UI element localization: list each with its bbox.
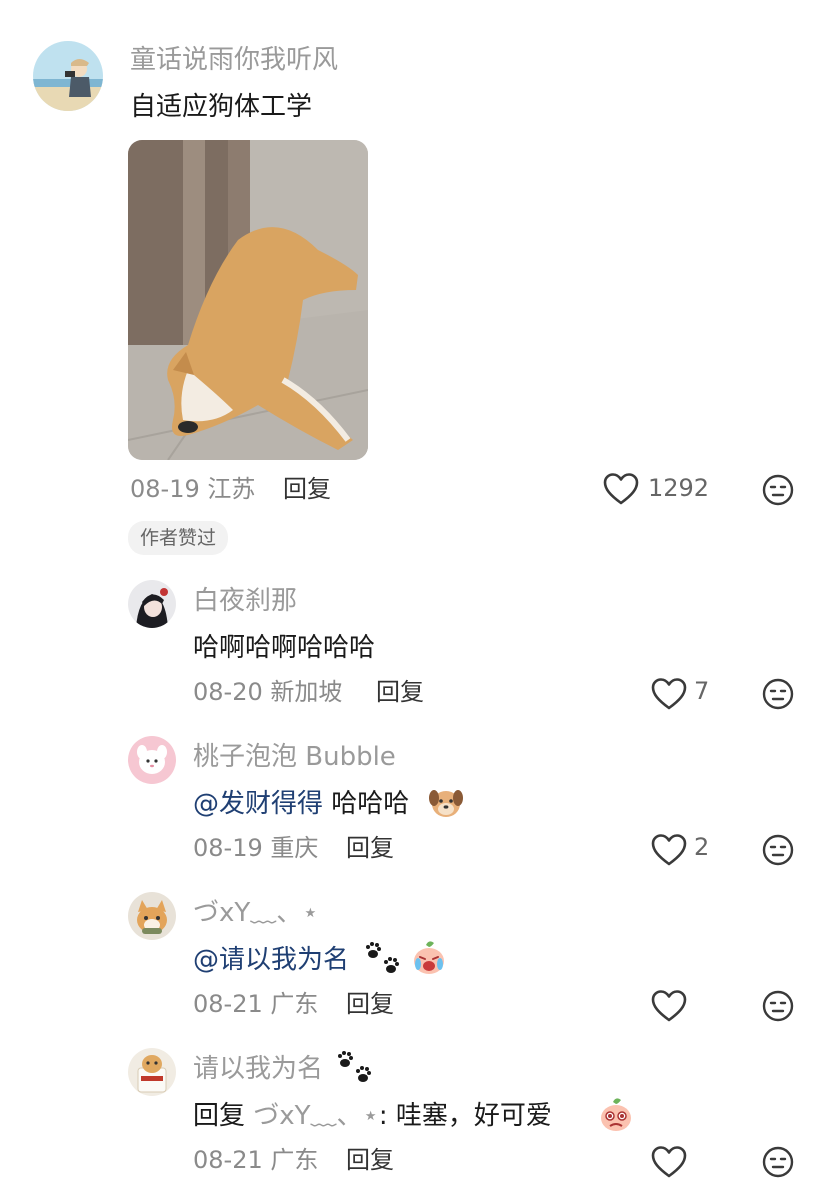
react-button[interactable] [762, 474, 794, 506]
like-button[interactable] [651, 677, 687, 711]
paw-prints-emoji [336, 1050, 374, 1090]
reply-username[interactable]: 桃子泡泡 Bubble [193, 742, 396, 773]
crying-peach-emoji [410, 939, 448, 981]
like-count: 2 [694, 833, 710, 861]
avatar[interactable] [128, 892, 176, 940]
heart-outline-icon [651, 990, 687, 1022]
reply-date: 08-19 重庆 [193, 834, 319, 862]
reply-button[interactable]: 回复 [283, 475, 331, 504]
avatar[interactable] [128, 580, 176, 628]
reply-button[interactable]: 回复 [346, 990, 394, 1019]
heart-outline-icon [651, 1146, 687, 1178]
reply-target-username[interactable]: づxY﹏、⋆ [253, 1101, 379, 1131]
avatar[interactable] [128, 1048, 176, 1096]
reply-button[interactable]: 回复 [346, 1146, 394, 1175]
reply-text: 哈啊哈啊哈哈哈 [193, 633, 376, 663]
like-button[interactable] [651, 1145, 687, 1179]
like-count: 7 [694, 677, 710, 705]
heart-outline-icon [603, 473, 639, 505]
neutral-face-icon [762, 474, 794, 506]
neutral-face-icon [762, 1146, 794, 1178]
dog-face-emoji [428, 786, 464, 824]
reply-date: 08-21 广东 [193, 1146, 319, 1174]
like-count: 1292 [648, 474, 710, 502]
reply-text: @请以我为名 [193, 945, 349, 976]
author-liked-badge: 作者赞过 [128, 521, 229, 555]
reply-text: 回复 づxY﹏、⋆: 哇塞，好可爱 [193, 1101, 552, 1131]
like-button[interactable] [651, 833, 687, 867]
avatar[interactable] [33, 41, 103, 111]
paw-prints-emoji [364, 941, 402, 981]
heart-outline-icon [651, 678, 687, 710]
react-button[interactable] [762, 678, 794, 710]
react-button[interactable] [762, 834, 794, 866]
neutral-face-icon [762, 678, 794, 710]
mention-link[interactable]: @请以我为名 [193, 945, 349, 975]
neutral-face-icon [762, 990, 794, 1022]
pleading-peach-emoji [597, 1096, 635, 1138]
reply-username[interactable]: 请以我为名 [193, 1054, 323, 1085]
comment-username[interactable]: 童话说雨你我听风 [130, 45, 338, 76]
react-button[interactable] [762, 1146, 794, 1178]
neutral-face-icon [762, 834, 794, 866]
reply-date: 08-21 广东 [193, 990, 319, 1018]
comment-photo[interactable] [128, 140, 368, 460]
comment-text: 自适应狗体工学 [130, 92, 313, 122]
reply-username[interactable]: づxY﹏、⋆ [193, 898, 319, 929]
mention-link[interactable]: @发财得得 [193, 789, 323, 819]
reply-username[interactable]: 白夜刹那 [193, 586, 297, 617]
react-button[interactable] [762, 990, 794, 1022]
like-button[interactable] [651, 989, 687, 1023]
avatar[interactable] [128, 736, 176, 784]
like-button[interactable] [603, 472, 639, 506]
reply-text: @发财得得 哈哈哈 [193, 789, 410, 819]
heart-outline-icon [651, 834, 687, 866]
reply-button[interactable]: 回复 [346, 834, 394, 863]
reply-date: 08-20 新加坡 [193, 678, 343, 706]
reply-button[interactable]: 回复 [376, 678, 424, 707]
comment-date: 08-19 江苏 [130, 475, 256, 503]
